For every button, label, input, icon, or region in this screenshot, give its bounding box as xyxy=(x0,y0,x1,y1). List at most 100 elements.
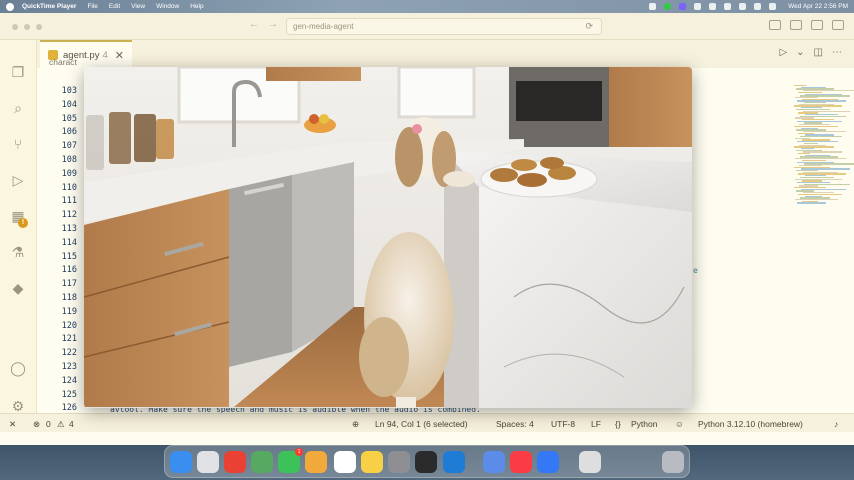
menu-clock[interactable]: Wed Apr 22 2:56 PM xyxy=(788,3,848,10)
command-center[interactable]: gen-media-agent ⟳ xyxy=(286,18,602,35)
line-number: 124 xyxy=(61,375,77,386)
python-icon[interactable]: ◆ xyxy=(10,280,26,296)
run-file-icon[interactable]: ▷ xyxy=(779,47,787,58)
search-icon[interactable] xyxy=(754,3,762,10)
line-number: 122 xyxy=(61,348,77,359)
error-count[interactable]: 0 xyxy=(46,419,51,429)
status-green-icon[interactable] xyxy=(664,3,672,10)
line-number: 121 xyxy=(61,334,77,345)
finder-icon[interactable] xyxy=(170,451,192,473)
line-number: 104 xyxy=(61,99,77,110)
menu-app-name[interactable]: QuickTime Player xyxy=(22,3,76,10)
more-actions-icon[interactable]: ⋯ xyxy=(832,47,842,58)
run-dropdown-icon[interactable]: ⌄ xyxy=(796,47,804,58)
line-number: 105 xyxy=(61,113,77,124)
breadcrumb[interactable]: charact xyxy=(49,57,77,67)
line-number: 118 xyxy=(61,292,77,303)
forward-arrow-icon[interactable]: → xyxy=(268,19,278,30)
gemini-icon[interactable] xyxy=(483,451,505,473)
notifications-bell-icon[interactable]: ♪ xyxy=(834,419,838,429)
encoding[interactable]: UTF-8 xyxy=(551,419,575,429)
menu-file[interactable]: File xyxy=(87,3,97,10)
terminal-icon[interactable] xyxy=(415,451,437,473)
source-control-icon[interactable]: ⑂ xyxy=(10,136,26,152)
braces-icon[interactable]: {} xyxy=(615,419,621,429)
back-arrow-icon[interactable]: ← xyxy=(249,19,259,30)
video-frame xyxy=(84,67,692,408)
launchpad-icon[interactable] xyxy=(197,451,219,473)
line-number: 125 xyxy=(61,389,77,400)
menu-window[interactable]: Window xyxy=(156,3,179,10)
python-interpreter[interactable]: Python 3.12.10 (homebrew) xyxy=(698,419,803,429)
language-mode[interactable]: Python xyxy=(631,419,657,429)
apple-icon[interactable] xyxy=(6,2,14,11)
control-center-icon[interactable] xyxy=(769,3,777,10)
activity-bar: ❐ ⌕ ⑂ ▷ ▦ ! ⚗ ◆ ◯ ⚙ xyxy=(0,40,37,426)
line-number: 119 xyxy=(61,306,77,317)
line-number: 109 xyxy=(61,168,77,179)
cursor-position[interactable]: Ln 94, Col 1 (6 selected) xyxy=(375,419,468,429)
toggle-secondary-sidebar-icon[interactable] xyxy=(832,20,844,30)
indentation[interactable]: Spaces: 4 xyxy=(496,419,534,429)
google-icon[interactable] xyxy=(649,3,657,10)
run-debug-icon[interactable]: ▷ xyxy=(10,172,26,188)
error-icon[interactable]: ⊗ xyxy=(33,419,40,430)
settings-icon[interactable] xyxy=(388,451,410,473)
battery-icon[interactable] xyxy=(709,3,717,10)
manage-gear-icon[interactable]: ⚙ xyxy=(10,398,26,414)
minimize-window-button[interactable] xyxy=(24,24,30,30)
toggle-panel-icon[interactable] xyxy=(811,20,823,30)
extension-icon[interactable] xyxy=(694,3,702,10)
vscode-icon[interactable] xyxy=(443,451,465,473)
close-window-button[interactable] xyxy=(12,24,18,30)
bluetooth-icon[interactable] xyxy=(724,3,732,10)
wifi-icon[interactable] xyxy=(739,3,747,10)
menu-edit[interactable]: Edit xyxy=(109,3,120,10)
warning-icon[interactable]: ⚠ xyxy=(57,419,65,430)
downloads-icon[interactable] xyxy=(579,451,601,473)
screen-record-icon[interactable] xyxy=(679,3,687,10)
zoom-icon[interactable]: ⊕ xyxy=(352,419,359,430)
line-number: 110 xyxy=(61,182,77,193)
messages-icon[interactable]: 1 xyxy=(278,448,303,473)
reminders-icon[interactable] xyxy=(334,451,356,473)
explorer-icon[interactable]: ❐ xyxy=(10,64,26,80)
zoom-window-button[interactable] xyxy=(36,24,42,30)
minimap[interactable] xyxy=(792,85,854,415)
end-of-line[interactable]: LF xyxy=(591,419,601,429)
testing-icon[interactable]: ⚗ xyxy=(10,244,26,260)
chrome-icon[interactable] xyxy=(224,451,246,473)
search-icon[interactable]: ⌕ xyxy=(10,100,26,116)
line-number: 123 xyxy=(61,361,77,372)
menu-bar: QuickTime Player File Edit View Window H… xyxy=(0,0,854,13)
line-number-gutter: 103 104 105 106 107 108 109 110 111 112 113 114 115 1… xyxy=(37,85,77,416)
warning-count[interactable]: 4 xyxy=(69,419,74,429)
customize-layout-icon[interactable] xyxy=(769,20,781,30)
trash-icon[interactable] xyxy=(662,451,684,473)
account-icon[interactable]: ◯ xyxy=(10,360,26,376)
line-number: 103 xyxy=(61,86,77,96)
menu-view[interactable]: View xyxy=(131,3,145,10)
copilot-icon[interactable]: ⟳ xyxy=(585,21,593,32)
music-icon[interactable] xyxy=(510,451,532,473)
menu-help[interactable]: Help xyxy=(190,3,203,10)
line-number: 117 xyxy=(61,279,77,290)
warning-badge-icon: ! xyxy=(18,218,28,228)
close-tab-icon[interactable]: ✕ xyxy=(115,49,124,62)
notes-icon[interactable] xyxy=(361,451,383,473)
line-number: 114 xyxy=(61,237,77,248)
copilot-status-icon[interactable]: ☺ xyxy=(675,419,684,429)
line-number: 120 xyxy=(61,320,77,331)
split-editor-icon[interactable]: ◫ xyxy=(814,47,823,58)
quicktime-video-window[interactable] xyxy=(84,67,692,408)
minimap-line xyxy=(794,146,834,148)
toggle-sidebar-icon[interactable] xyxy=(790,20,802,30)
quicktime-icon[interactable] xyxy=(537,451,559,473)
status-bar: ✕ ⊗ 0 ⚠ 4 ⊕ Ln 94, Col 1 (6 selected) Sp… xyxy=(0,413,854,432)
line-number: 108 xyxy=(61,154,77,165)
photos-icon[interactable] xyxy=(305,451,327,473)
code-fragment: e xyxy=(693,266,698,275)
remote-icon[interactable]: ✕ xyxy=(9,419,16,430)
preview-icon[interactable] xyxy=(251,451,273,473)
messages-badge: 1 xyxy=(295,448,303,456)
